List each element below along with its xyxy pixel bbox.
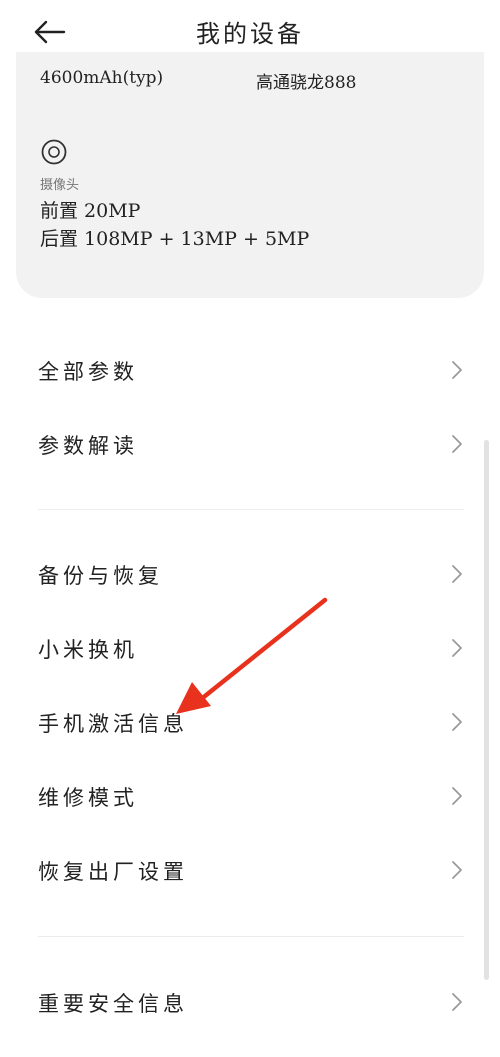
- list-item-safety-info[interactable]: 重要安全信息: [0, 974, 500, 1030]
- chevron-right-icon: [452, 565, 462, 583]
- chevron-right-icon: [452, 361, 462, 379]
- list-item-label: 手机激活信息: [38, 712, 188, 736]
- list-item-factory-reset[interactable]: 恢复出厂设置: [0, 842, 500, 898]
- list-item-mi-mover[interactable]: 小米换机: [0, 620, 500, 676]
- list-item-label: 维修模式: [38, 786, 138, 810]
- rear-camera-spec: 后置 108MP + 13MP + 5MP: [40, 228, 310, 250]
- list-item-label: 恢复出厂设置: [38, 860, 188, 884]
- battery-spec: 4600mAh(typ): [40, 68, 164, 88]
- list-item-label: 全部参数: [38, 360, 138, 384]
- list-item-label: 备份与恢复: [38, 564, 163, 588]
- device-page: 我的设备 4600mAh(typ) 高通骁龙888 摄像头 前置 20MP 后置…: [0, 0, 500, 1057]
- list-item-label: 小米换机: [38, 638, 138, 662]
- camera-lens-icon: [41, 139, 67, 165]
- spec-card: 4600mAh(typ) 高通骁龙888 摄像头 前置 20MP 后置 108M…: [16, 52, 484, 298]
- camera-label: 摄像头: [40, 178, 80, 193]
- processor-spec: 高通骁龙888: [256, 73, 357, 93]
- chevron-right-icon: [452, 861, 462, 879]
- front-camera-spec: 前置 20MP: [40, 200, 141, 222]
- list-item-activation-info[interactable]: 手机激活信息: [0, 694, 500, 750]
- chevron-right-icon: [452, 435, 462, 453]
- scrollbar[interactable]: [484, 440, 489, 980]
- chevron-right-icon: [452, 993, 462, 1011]
- section-divider: [38, 936, 464, 937]
- list-item-label: 重要安全信息: [38, 992, 188, 1016]
- list-item-param-explain[interactable]: 参数解读: [0, 416, 500, 472]
- list-item-backup-restore[interactable]: 备份与恢复: [0, 546, 500, 602]
- section-divider: [38, 509, 464, 510]
- chevron-right-icon: [452, 713, 462, 731]
- list-item-label: 参数解读: [38, 434, 138, 458]
- list-item-all-params[interactable]: 全部参数: [0, 342, 500, 398]
- page-title: 我的设备: [196, 20, 304, 48]
- chevron-right-icon: [452, 639, 462, 657]
- list-item-repair-mode[interactable]: 维修模式: [0, 768, 500, 824]
- chevron-right-icon: [452, 787, 462, 805]
